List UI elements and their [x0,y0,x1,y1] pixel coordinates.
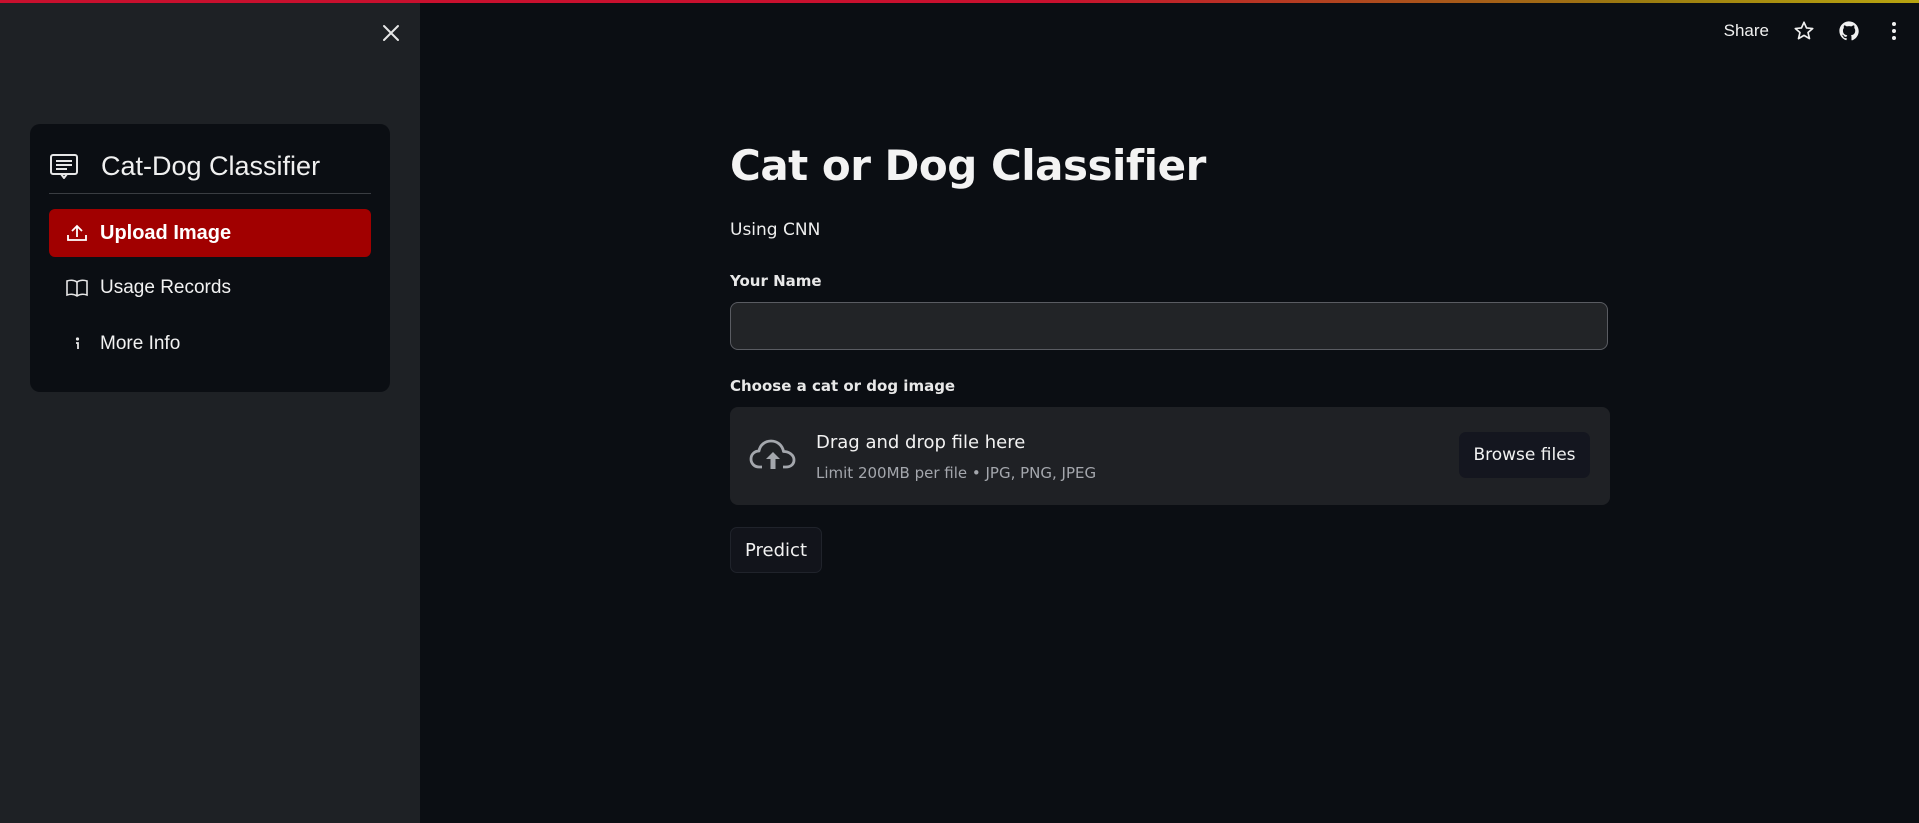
file-dropzone[interactable]: Drag and drop file here Limit 200MB per … [730,407,1610,505]
menu-divider [49,193,371,194]
close-icon [383,25,399,41]
top-decoration-bar [0,0,1919,3]
sidebar-item-label: More Info [100,333,181,354]
predict-button[interactable]: Predict [730,527,822,573]
cloud-upload-icon [749,439,796,469]
sidebar-item-label: Upload Image [100,221,232,244]
page-subtitle: Using CNN [730,220,821,240]
dropzone-title: Drag and drop file here [816,432,1026,453]
info-icon [64,331,90,357]
sidebar-item-upload-image[interactable]: Upload Image [49,209,371,257]
upload-icon [64,220,90,246]
card-text-icon [50,154,78,179]
dropzone-limit-text: Limit 200MB per file • JPG, PNG, JPEG [816,464,1097,482]
uploader-label: Choose a cat or dog image [730,377,956,395]
sidebar-item-usage-records[interactable]: Usage Records [49,264,371,312]
menu-header: Cat-Dog Classifier [49,146,371,186]
page-title: Cat or Dog Classifier [730,141,1206,190]
name-field-label: Your Name [730,272,822,290]
github-icon[interactable] [1836,18,1862,44]
menu-title: Cat-Dog Classifier [101,150,321,181]
sidebar: Cat-Dog Classifier Upload Image Usage Re… [0,0,420,823]
share-button[interactable]: Share [1724,21,1769,41]
star-icon[interactable] [1791,18,1817,44]
header-toolbar: Share [1724,14,1919,48]
close-sidebar-button[interactable] [378,20,404,46]
browse-files-button[interactable]: Browse files [1459,432,1590,478]
more-vertical-icon[interactable] [1881,18,1907,44]
option-menu: Cat-Dog Classifier Upload Image Usage Re… [30,124,390,392]
book-icon [64,275,90,301]
name-input[interactable] [730,302,1608,350]
sidebar-item-label: Usage Records [100,277,231,298]
sidebar-item-more-info[interactable]: More Info [49,320,371,368]
